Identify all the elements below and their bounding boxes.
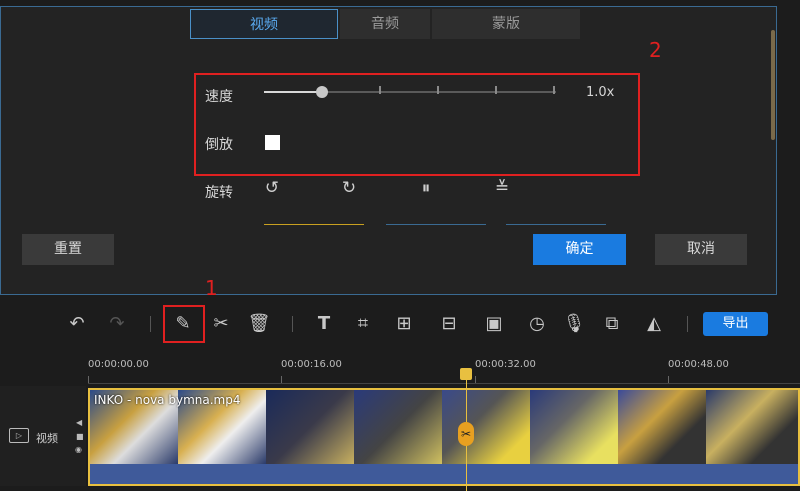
panel-scrollbar[interactable] [771, 30, 775, 140]
ruler-time: 00:00:16.00 [281, 359, 342, 370]
trash-icon[interactable]: 🗑 [246, 311, 272, 337]
panel-divider [506, 224, 606, 225]
ruler-tick [668, 376, 669, 383]
clip-filename: INKO - nova bymna.mp4 [94, 393, 241, 407]
clip-thumbnail [706, 390, 798, 464]
annotation-number-1: 1 [205, 276, 218, 300]
annotation-box-2 [194, 73, 640, 176]
tab-video[interactable]: 视频 [190, 9, 338, 39]
clip-thumbnail [266, 390, 354, 464]
volume-icon[interactable]: ◀ [76, 418, 82, 427]
clip-thumbnail [618, 390, 706, 464]
rotate-right-icon[interactable]: ↻ [337, 178, 361, 198]
video-track-label: 视频 [36, 432, 58, 445]
ruler-time: 00:00:00.00 [88, 359, 149, 370]
flip-vertical-icon[interactable]: ≚ [490, 178, 514, 198]
tab-mask[interactable]: 蒙版 [432, 9, 580, 39]
text-icon[interactable]: T [311, 311, 337, 337]
reset-button[interactable]: 重置 [22, 234, 114, 265]
tab-audio[interactable]: 音频 [340, 9, 430, 39]
freeze-frame-icon[interactable]: ▣ [481, 311, 507, 337]
undo-icon[interactable]: ↶ [64, 311, 90, 337]
cancel-button[interactable]: 取消 [655, 234, 747, 265]
confirm-button[interactable]: 确定 [533, 234, 626, 265]
ruler-baseline [88, 383, 800, 384]
flip-horizontal-icon[interactable]: ⏸ [414, 178, 438, 198]
video-track-icon: ▷ [9, 428, 29, 443]
playhead-handle[interactable] [460, 368, 472, 380]
annotation-box-1 [163, 305, 205, 343]
export-button[interactable]: 导出 [703, 312, 768, 336]
annotation-number-2: 2 [649, 38, 662, 62]
ruler-tick [475, 376, 476, 383]
clip-thumbnail [354, 390, 442, 464]
toolbar-separator [687, 316, 688, 332]
microphone-icon[interactable]: 🎙 [561, 311, 587, 337]
toolbar-separator [150, 316, 151, 332]
cut-icon[interactable]: ✂ [458, 422, 474, 446]
toolbar-separator [292, 316, 293, 332]
split-screen-icon[interactable]: ⊟ [436, 311, 462, 337]
ruler-tick [88, 376, 89, 383]
crop-icon[interactable]: ⌗ [350, 311, 376, 337]
clip-audio-bar [90, 464, 798, 484]
mosaic-icon[interactable]: ⊞ [391, 311, 417, 337]
clip-thumbnail [442, 390, 530, 464]
ruler-tick [281, 376, 282, 383]
lock-icon[interactable]: ■ [76, 432, 84, 441]
eye-icon[interactable]: ◉ [75, 445, 82, 454]
rotate-label: 旋转 [205, 185, 233, 201]
picture-in-picture-icon[interactable]: ⧉ [599, 311, 625, 337]
clip-thumbnail [530, 390, 618, 464]
ruler-time: 00:00:32.00 [475, 359, 536, 370]
color-fill-icon[interactable]: ◭ [641, 311, 667, 337]
scissors-icon[interactable]: ✂ [208, 311, 234, 337]
redo-icon[interactable]: ↷ [104, 311, 130, 337]
panel-divider [264, 224, 364, 225]
video-clip[interactable]: INKO - nova bymna.mp4 [88, 388, 800, 486]
panel-divider [386, 224, 486, 225]
ruler-time: 00:00:48.00 [668, 359, 729, 370]
rotate-left-icon[interactable]: ↺ [260, 178, 284, 198]
duration-icon[interactable]: ◷ [524, 311, 550, 337]
